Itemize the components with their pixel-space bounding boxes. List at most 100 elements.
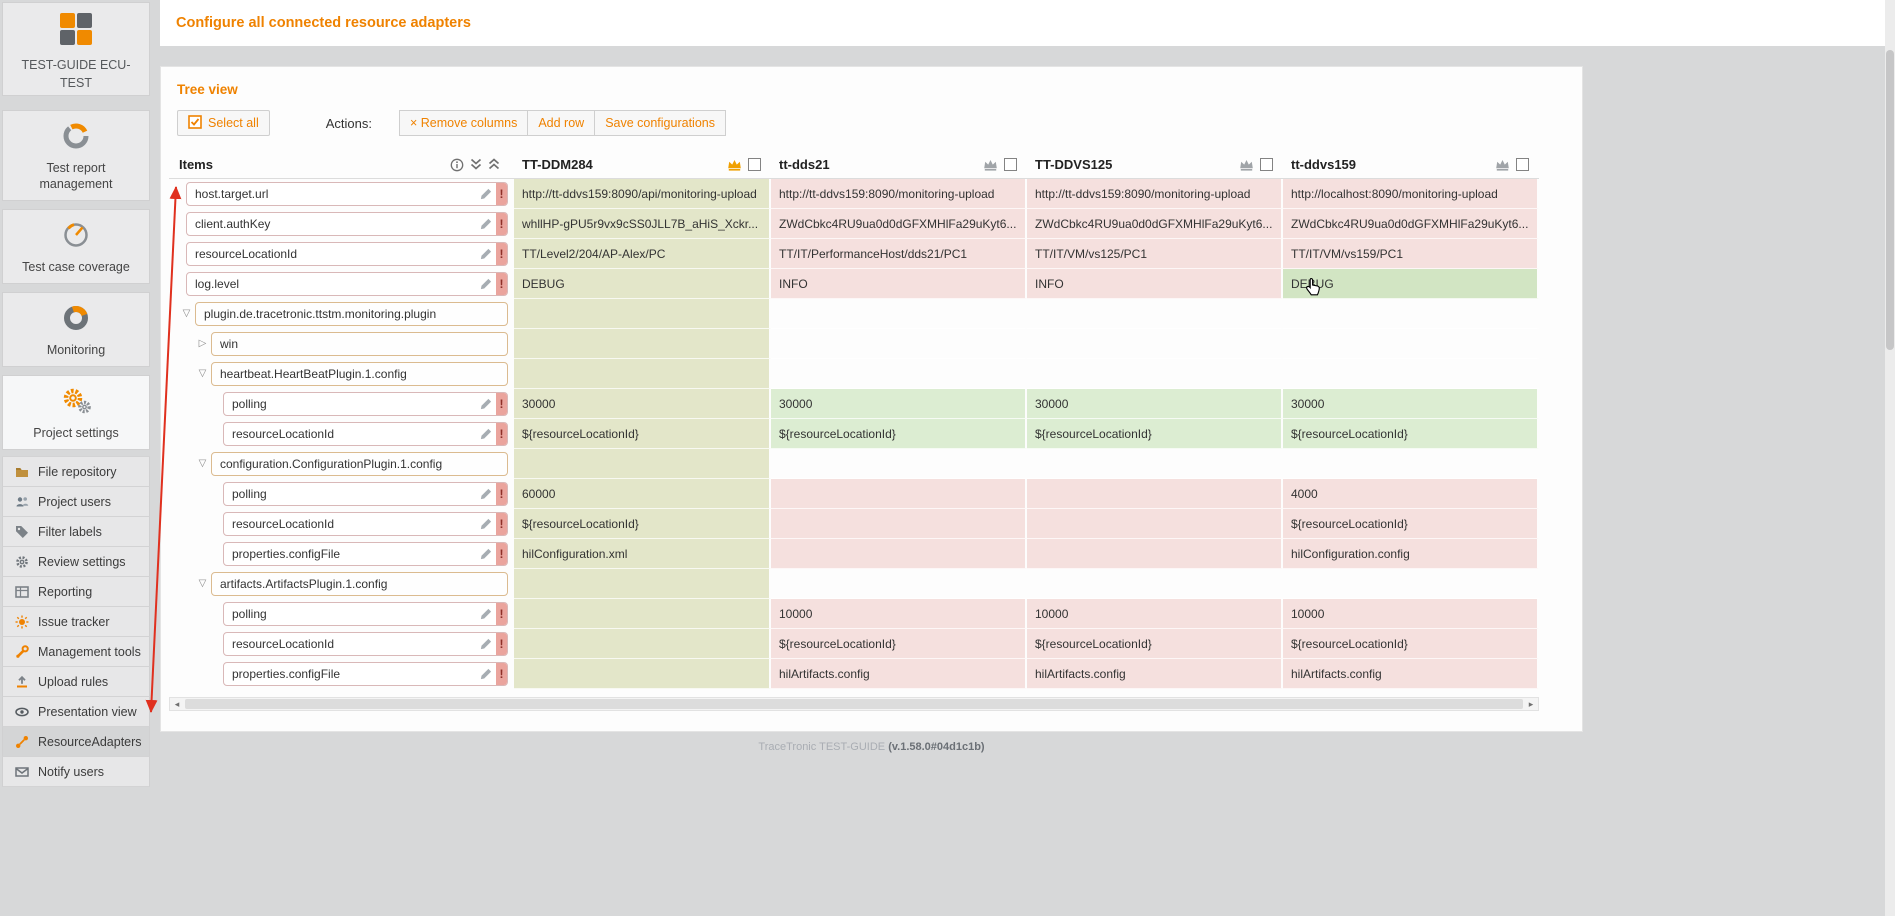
tree-expander-icon[interactable]: ▽ xyxy=(194,459,211,469)
property-name-box[interactable]: properties.configFile! xyxy=(223,542,508,566)
edit-pencil-icon[interactable] xyxy=(476,668,496,680)
property-name-box[interactable]: resourceLocationId! xyxy=(186,242,508,266)
select-all-button[interactable]: Select all xyxy=(177,110,270,136)
config-value-cell[interactable] xyxy=(1027,539,1283,569)
config-value-cell[interactable] xyxy=(771,539,1027,569)
config-value-cell[interactable]: hilConfiguration.config xyxy=(1283,539,1539,569)
config-value-cell[interactable]: ZWdCbkc4RU9ua0d0dGFXMHlFa29uKyt6... xyxy=(1027,209,1283,239)
edit-pencil-icon[interactable] xyxy=(476,218,496,230)
sidebar-item-notify-users[interactable]: Notify users xyxy=(2,757,150,787)
config-value-cell[interactable] xyxy=(771,509,1027,539)
info-icon[interactable] xyxy=(450,158,464,172)
edit-pencil-icon[interactable] xyxy=(476,638,496,650)
config-value-cell[interactable] xyxy=(514,599,771,629)
config-value-cell[interactable] xyxy=(771,479,1027,509)
edit-pencil-icon[interactable] xyxy=(476,518,496,530)
sidebar-item-resourceadapters[interactable]: ResourceAdapters xyxy=(2,727,150,757)
sidebar-item-management-tools[interactable]: Management tools xyxy=(2,637,150,667)
sidebar-item-review-settings[interactable]: Review settings xyxy=(2,547,150,577)
config-value-cell[interactable]: http://tt-ddvs159:8090/monitoring-upload xyxy=(771,179,1027,209)
config-value-cell[interactable]: DEBUG xyxy=(1283,269,1539,299)
config-value-cell[interactable]: 30000 xyxy=(771,389,1027,419)
edit-pencil-icon[interactable] xyxy=(476,608,496,620)
config-value-cell[interactable]: 4000 xyxy=(1283,479,1539,509)
vertical-scroll-thumb[interactable] xyxy=(1886,50,1894,350)
tree-expander-icon[interactable]: ▽ xyxy=(194,369,211,379)
sidebar-item-project-users[interactable]: Project users xyxy=(2,487,150,517)
config-value-cell[interactable]: 60000 xyxy=(514,479,771,509)
config-value-cell[interactable]: TT/Level2/204/AP-Alex/PC xyxy=(514,239,771,269)
scroll-left-button[interactable]: ◂ xyxy=(170,698,184,710)
vertical-scrollbar[interactable] xyxy=(1885,0,1895,916)
config-value-cell[interactable]: 10000 xyxy=(1283,599,1539,629)
property-name-box[interactable]: polling! xyxy=(223,602,508,626)
config-value-cell[interactable]: INFO xyxy=(771,269,1027,299)
config-value-cell[interactable]: http://tt-ddvs159:8090/api/monitoring-up… xyxy=(514,179,771,209)
column-select-checkbox[interactable] xyxy=(1516,158,1529,171)
edit-pencil-icon[interactable] xyxy=(476,248,496,260)
remove-columns-button[interactable]: × Remove columns xyxy=(399,110,528,136)
config-value-cell[interactable]: ${resourceLocationId} xyxy=(771,629,1027,659)
column-select-checkbox[interactable] xyxy=(1260,158,1273,171)
config-value-cell[interactable]: ${resourceLocationId} xyxy=(1027,419,1283,449)
edit-pencil-icon[interactable] xyxy=(476,188,496,200)
config-value-cell[interactable]: ${resourceLocationId} xyxy=(1283,419,1539,449)
tree-node[interactable]: plugin.de.tracetronic.ttstm.monitoring.p… xyxy=(195,302,508,326)
property-name-box[interactable]: resourceLocationId! xyxy=(223,422,508,446)
config-value-cell[interactable]: ${resourceLocationId} xyxy=(514,509,771,539)
crown-icon[interactable] xyxy=(727,159,742,171)
sidebar-item-upload-rules[interactable]: Upload rules xyxy=(2,667,150,697)
config-value-cell[interactable]: 30000 xyxy=(1283,389,1539,419)
config-value-cell[interactable]: ${resourceLocationId} xyxy=(1027,629,1283,659)
tree-expander-icon[interactable]: ▽ xyxy=(178,309,195,319)
property-name-box[interactable]: polling! xyxy=(223,482,508,506)
config-value-cell[interactable]: 30000 xyxy=(514,389,771,419)
horizontal-scrollbar[interactable]: ◂ ▸ xyxy=(169,697,1539,711)
tree-node[interactable]: win xyxy=(211,332,508,356)
config-value-cell[interactable]: hilArtifacts.config xyxy=(771,659,1027,689)
sidebar-item-test-case-coverage[interactable]: Test case coverage xyxy=(2,209,150,284)
edit-pencil-icon[interactable] xyxy=(476,488,496,500)
sidebar-item-presentation-view[interactable]: Presentation view xyxy=(2,697,150,727)
crown-icon[interactable] xyxy=(1495,159,1510,171)
config-value-cell[interactable] xyxy=(514,299,771,329)
sidebar-item-project-settings[interactable]: Project settings xyxy=(2,375,150,450)
config-value-cell[interactable] xyxy=(1027,479,1283,509)
edit-pencil-icon[interactable] xyxy=(476,548,496,560)
sidebar-item-issue-tracker[interactable]: Issue tracker xyxy=(2,607,150,637)
edit-pencil-icon[interactable] xyxy=(476,398,496,410)
config-value-cell[interactable] xyxy=(514,329,771,359)
tree-node[interactable]: configuration.ConfigurationPlugin.1.conf… xyxy=(211,452,508,476)
expand-all-icon[interactable] xyxy=(470,158,482,171)
sidebar-item-filter-labels[interactable]: Filter labels xyxy=(2,517,150,547)
config-value-cell[interactable]: ${resourceLocationId} xyxy=(1283,629,1539,659)
config-value-cell[interactable] xyxy=(514,659,771,689)
config-value-cell[interactable] xyxy=(514,629,771,659)
config-value-cell[interactable]: ZWdCbkc4RU9ua0d0dGFXMHlFa29uKyt6... xyxy=(1283,209,1539,239)
save-configurations-button[interactable]: Save configurations xyxy=(594,110,726,136)
config-value-cell[interactable]: 30000 xyxy=(1027,389,1283,419)
config-value-cell[interactable]: hilArtifacts.config xyxy=(1027,659,1283,689)
crown-icon[interactable] xyxy=(983,159,998,171)
edit-pencil-icon[interactable] xyxy=(476,428,496,440)
config-value-cell[interactable]: ${resourceLocationId} xyxy=(1283,509,1539,539)
config-value-cell[interactable]: ${resourceLocationId} xyxy=(771,419,1027,449)
config-value-cell[interactable] xyxy=(514,359,771,389)
sidebar-item-test-report-management[interactable]: Test report management xyxy=(2,110,150,201)
column-select-checkbox[interactable] xyxy=(748,158,761,171)
property-name-box[interactable]: polling! xyxy=(223,392,508,416)
config-value-cell[interactable] xyxy=(1027,509,1283,539)
property-name-box[interactable]: log.level! xyxy=(186,272,508,296)
property-name-box[interactable]: properties.configFile! xyxy=(223,662,508,686)
scroll-right-button[interactable]: ▸ xyxy=(1524,698,1538,710)
config-value-cell[interactable]: whllHP-gPU5r9vx9cSS0JLL7B_aHiS_Xckr... xyxy=(514,209,771,239)
config-value-cell[interactable]: DEBUG xyxy=(514,269,771,299)
tree-expander-icon[interactable]: ▷ xyxy=(194,339,211,349)
sidebar-item-monitoring[interactable]: Monitoring xyxy=(2,292,150,367)
property-name-box[interactable]: resourceLocationId! xyxy=(223,512,508,536)
config-value-cell[interactable]: ${resourceLocationId} xyxy=(514,419,771,449)
crown-icon[interactable] xyxy=(1239,159,1254,171)
sidebar-item-reporting[interactable]: Reporting xyxy=(2,577,150,607)
tree-node[interactable]: heartbeat.HeartBeatPlugin.1.config xyxy=(211,362,508,386)
horizontal-scroll-thumb[interactable] xyxy=(185,699,1523,709)
